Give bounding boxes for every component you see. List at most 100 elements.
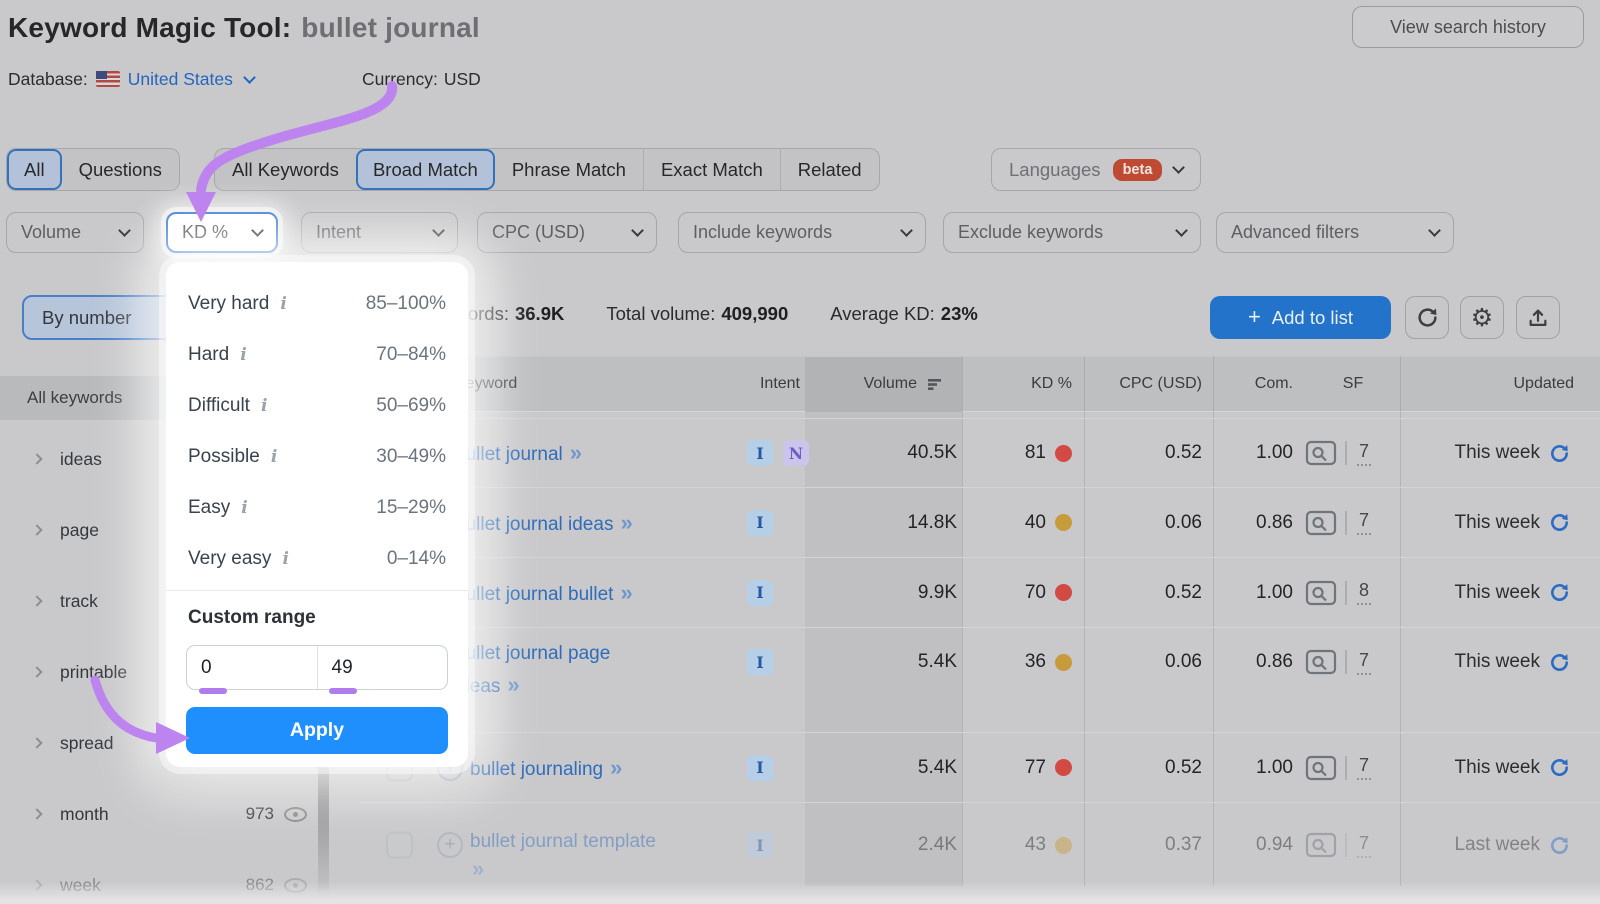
sidebar-group-month[interactable]: month 973 xyxy=(0,792,330,836)
tab-all-keywords[interactable]: All Keywords xyxy=(215,149,356,190)
serp-preview-icon[interactable] xyxy=(1305,580,1337,606)
chevron-down-icon xyxy=(1175,224,1188,237)
refresh-icon[interactable] xyxy=(1549,512,1570,533)
serp-features-count[interactable]: 7 xyxy=(1357,650,1371,675)
double-chevron-icon[interactable] xyxy=(603,759,622,780)
refresh-icon xyxy=(1416,306,1439,329)
database-value[interactable]: United States xyxy=(128,69,233,90)
table-row[interactable]: bullet journal ideas I 14.8K 40 0.06 0.8… xyxy=(360,488,1600,558)
kd-option-range: 30–49% xyxy=(376,446,446,468)
column-header-sf[interactable]: SF xyxy=(1328,375,1378,393)
kd-to-input[interactable]: 49 xyxy=(317,646,448,689)
serp-features-count[interactable]: 7 xyxy=(1357,833,1371,858)
kd-option-very-easy[interactable]: Very easyi 0–14% xyxy=(188,533,446,584)
cpc-filter[interactable]: CPC (USD) xyxy=(477,212,657,253)
info-icon[interactable]: i xyxy=(240,345,246,365)
info-icon[interactable]: i xyxy=(241,498,247,518)
advanced-filters[interactable]: Advanced filters xyxy=(1216,212,1454,253)
serp-preview-icon[interactable] xyxy=(1305,755,1337,781)
table-row[interactable]: bullet journal I N 40.5K 81 0.52 1.00 7 … xyxy=(360,418,1600,488)
apply-button[interactable]: Apply xyxy=(186,707,448,754)
serp-preview-icon[interactable] xyxy=(1305,440,1337,466)
table-row[interactable]: bullet journal page ideas I 5.4K 36 0.06… xyxy=(360,628,1600,733)
refresh-icon[interactable] xyxy=(1549,835,1570,856)
add-to-list-button[interactable]: + Add to list xyxy=(1210,296,1391,339)
kd-option-difficult[interactable]: Difficulti 50–69% xyxy=(188,380,446,431)
refresh-icon[interactable] xyxy=(1549,582,1570,603)
exclude-keywords-filter[interactable]: Exclude keywords xyxy=(943,212,1201,253)
keyword-link[interactable]: bullet journaling xyxy=(470,759,603,780)
column-header-com[interactable]: Com. xyxy=(1193,375,1293,393)
kd-from-input[interactable]: 0 xyxy=(187,646,317,689)
intent-badge-informational: I xyxy=(747,440,773,466)
database-label: Database: xyxy=(8,69,88,90)
settings-button[interactable]: ⚙ xyxy=(1460,296,1504,339)
row-checkbox[interactable] xyxy=(386,832,413,859)
intent-badges: I xyxy=(747,510,773,536)
tab-exact-match[interactable]: Exact Match xyxy=(643,149,780,190)
kd-filter[interactable]: KD % xyxy=(166,212,278,253)
table-row[interactable]: bullet journaling I 5.4K 77 0.52 1.00 7 … xyxy=(360,733,1600,803)
intent-badge-informational: I xyxy=(747,649,773,675)
info-icon[interactable]: i xyxy=(271,447,277,467)
refresh-icon[interactable] xyxy=(1549,443,1570,464)
double-chevron-icon[interactable] xyxy=(563,444,582,465)
volume-filter[interactable]: Volume xyxy=(6,212,144,253)
database-selector[interactable]: Database: United States xyxy=(8,66,254,92)
tab-phrase-match[interactable]: Phrase Match xyxy=(495,149,643,190)
intent-badge-informational: I xyxy=(747,580,773,606)
column-header-kd[interactable]: KD % xyxy=(982,375,1072,393)
languages-dropdown[interactable]: Languages beta xyxy=(991,148,1201,191)
serp-features-count[interactable]: 8 xyxy=(1357,580,1371,605)
kd-option-very-hard[interactable]: Very hardi 85–100% xyxy=(188,278,446,329)
double-chevron-icon[interactable] xyxy=(613,584,632,605)
kd-option-hard[interactable]: Hardi 70–84% xyxy=(188,329,446,380)
serp-features-count[interactable]: 7 xyxy=(1357,441,1371,466)
include-keywords-filter[interactable]: Include keywords xyxy=(678,212,926,253)
eye-icon[interactable] xyxy=(284,807,307,822)
double-chevron-icon[interactable] xyxy=(500,676,519,697)
table-row[interactable]: bullet journal bullet I 9.9K 70 0.52 1.0… xyxy=(360,558,1600,628)
keyword-link[interactable]: bullet journal ideas xyxy=(455,514,613,535)
kd-option-easy[interactable]: Easyi 15–29% xyxy=(188,482,446,533)
keyword-link[interactable]: bullet journal template xyxy=(470,831,656,852)
serp-features-count[interactable]: 7 xyxy=(1357,755,1371,780)
refresh-icon[interactable] xyxy=(1549,652,1570,673)
intent-filter[interactable]: Intent xyxy=(301,212,458,253)
tab-broad-match[interactable]: Broad Match xyxy=(356,149,495,190)
tab-related[interactable]: Related xyxy=(780,149,879,190)
serp-preview-icon[interactable] xyxy=(1305,510,1337,536)
tab-all[interactable]: All xyxy=(7,149,62,190)
sort-descending-icon xyxy=(926,378,942,391)
column-header-cpc[interactable]: CPC (USD) xyxy=(1072,375,1202,393)
serp-preview-icon[interactable] xyxy=(1305,649,1337,675)
export-button[interactable] xyxy=(1516,296,1560,339)
view-search-history-button[interactable]: View search history xyxy=(1352,6,1584,48)
keyword-link[interactable]: bullet journal bullet xyxy=(455,584,613,605)
double-chevron-icon[interactable] xyxy=(613,514,632,535)
tab-questions[interactable]: Questions xyxy=(62,149,179,190)
column-header-intent[interactable]: Intent xyxy=(710,375,800,393)
chevron-down-icon xyxy=(631,224,644,237)
refresh-button[interactable] xyxy=(1405,296,1449,339)
info-icon[interactable]: i xyxy=(280,294,286,314)
keyword-link[interactable]: bullet journal xyxy=(455,444,563,465)
info-icon[interactable]: i xyxy=(282,549,288,569)
double-chevron-icon[interactable] xyxy=(470,856,656,882)
competition-cell: 1.00 xyxy=(1150,582,1293,604)
sidebar-group-week[interactable]: week 862 xyxy=(0,863,330,904)
column-header-updated[interactable]: Updated xyxy=(1424,375,1574,393)
kd-option-possible[interactable]: Possiblei 30–49% xyxy=(188,431,446,482)
keyword-link[interactable]: bullet journal page xyxy=(455,643,610,664)
volume-cell: 9.9K xyxy=(780,582,957,604)
gear-icon: ⚙ xyxy=(1471,303,1493,332)
serp-features-count[interactable]: 7 xyxy=(1357,510,1371,535)
add-keyword-icon[interactable] xyxy=(437,832,463,858)
chevron-down-icon xyxy=(900,224,913,237)
eye-icon[interactable] xyxy=(284,878,307,893)
table-row[interactable]: bullet journal template I 2.4K 43 0.37 0… xyxy=(360,803,1600,886)
info-icon[interactable]: i xyxy=(261,396,267,416)
serp-preview-icon[interactable] xyxy=(1305,832,1337,858)
column-header-volume[interactable]: Volume xyxy=(822,375,942,393)
refresh-icon[interactable] xyxy=(1549,757,1570,778)
